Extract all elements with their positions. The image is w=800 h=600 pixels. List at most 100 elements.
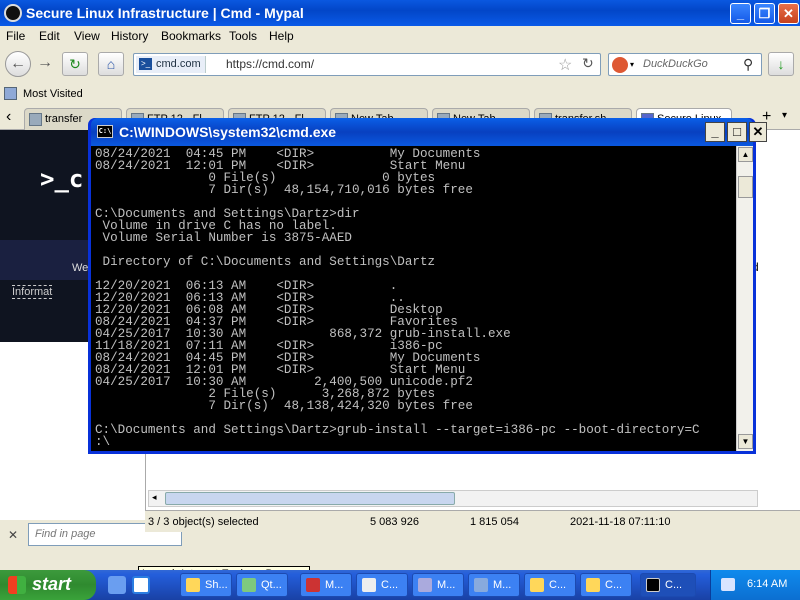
start-button[interactable]: start	[0, 570, 96, 600]
site-identity-label: cmd.com	[156, 58, 201, 70]
task-icon	[306, 578, 320, 592]
welcome-text: We	[72, 262, 89, 274]
windows-flag-icon	[8, 576, 26, 594]
status-size: 5 083 926	[370, 516, 419, 528]
cmd-window-title: C:\WINDOWS\system32\cmd.exe	[119, 124, 337, 140]
home-icon[interactable]: ⌂	[98, 52, 124, 76]
scroll-left-arrow-icon[interactable]: ◂	[152, 492, 157, 503]
close-button[interactable]: ✕	[778, 3, 799, 24]
cmd-window[interactable]: C:\ C:\WINDOWS\system32\cmd.exe _ □ ✕ 08…	[88, 118, 767, 454]
search-magnifier-icon[interactable]: ⚲	[743, 56, 753, 73]
forward-arrow-icon[interactable]: →	[32, 51, 58, 77]
task-label: C...	[665, 579, 683, 591]
folder-icon	[586, 578, 600, 592]
search-engine-dropdown-icon[interactable]: ▾	[630, 60, 634, 69]
menu-edit[interactable]: Edit	[39, 29, 60, 43]
taskbar: start Sh... Qt... M... C... M... M... C.…	[0, 570, 800, 600]
task-icon	[418, 578, 432, 592]
start-label: start	[32, 574, 72, 594]
duckduckgo-icon[interactable]	[612, 57, 628, 73]
tab-favicon-icon	[29, 113, 42, 126]
status-selection: 3 / 3 object(s) selected	[148, 516, 259, 528]
url-text: https://cmd.com/	[226, 57, 315, 71]
url-bar[interactable]: >_ cmd.com https://cmd.com/ ☆ ↻	[133, 53, 601, 76]
bookmark-star-icon[interactable]: ☆	[558, 55, 572, 75]
task-icon	[362, 578, 376, 592]
cmd-close-button[interactable]: ✕	[749, 122, 767, 142]
task-label: Qt...	[261, 579, 282, 591]
task-label: M...	[325, 579, 344, 591]
cmd-app-icon: C:\	[97, 125, 113, 138]
task-label: Sh...	[205, 579, 228, 591]
task-label: M...	[437, 579, 456, 591]
task-item-3[interactable]: M...	[300, 573, 352, 597]
task-label: C...	[549, 579, 567, 591]
tab-list-dropdown-icon[interactable]: ▾	[782, 110, 787, 121]
task-item-6[interactable]: M...	[468, 573, 520, 597]
task-item-folder-2[interactable]: C...	[580, 573, 632, 597]
task-icon	[242, 578, 256, 592]
menu-bookmarks[interactable]: Bookmarks	[161, 29, 221, 43]
cmd-maximize-button[interactable]: □	[727, 122, 747, 142]
menu-view[interactable]: View	[74, 29, 100, 43]
quicklaunch-ie-icon[interactable]	[132, 576, 150, 594]
bookmark-most-visited[interactable]: Most Visited	[23, 88, 83, 100]
system-tray: 6:14 AM	[710, 570, 800, 600]
task-icon	[186, 578, 200, 592]
folder-icon	[530, 578, 544, 592]
site-logo[interactable]: >_c	[40, 165, 83, 193]
menu-history[interactable]: History	[111, 29, 148, 43]
network-tray-icon[interactable]	[721, 578, 735, 591]
status-date: 2021-11-18 07:11:10	[570, 516, 671, 528]
download-icon[interactable]: ↓	[768, 52, 794, 76]
menu-help[interactable]: Help	[269, 29, 294, 43]
minimize-button[interactable]: _	[730, 3, 751, 24]
find-close-icon[interactable]: ✕	[8, 528, 18, 542]
mypal-app-icon	[4, 4, 22, 22]
site-identity[interactable]: >_ cmd.com	[136, 56, 206, 73]
status-packed-size: 1 815 054	[470, 516, 519, 528]
scrollbar-thumb[interactable]	[165, 492, 455, 505]
task-item-1[interactable]: Sh...	[180, 573, 232, 597]
console-output: 08/24/2021 04:45 PM <DIR> My Documents 0…	[95, 147, 700, 449]
cmd-console[interactable]: 08/24/2021 04:45 PM <DIR> My Documents 0…	[91, 146, 736, 451]
tray-clock[interactable]: 6:14 AM	[747, 578, 787, 590]
window-title: Secure Linux Infrastructure | Cmd - Mypa…	[26, 5, 304, 21]
cmd-vertical-scrollbar[interactable]: ▲ ▼	[736, 146, 753, 451]
task-item-7zip[interactable]: C...	[356, 573, 408, 597]
reload-icon[interactable]: ↻	[62, 52, 88, 76]
site-header-panel: >_c We Informat	[0, 130, 100, 342]
task-item-cmd[interactable]: C...	[640, 573, 696, 597]
scroll-down-arrow-icon[interactable]: ▼	[738, 434, 753, 449]
task-label: C...	[605, 579, 623, 591]
menu-file[interactable]: File	[6, 29, 25, 43]
task-item-5[interactable]: M...	[412, 573, 464, 597]
menu-tools[interactable]: Tools	[229, 29, 257, 43]
site-favicon-icon: >_	[139, 58, 152, 70]
bookmarks-toolbar: Most Visited	[0, 82, 800, 106]
task-label: M...	[493, 579, 512, 591]
search-bar[interactable]: ▾ DuckDuckGo ⚲	[608, 53, 762, 76]
information-link[interactable]: Informat	[12, 285, 53, 299]
tab-scroll-left-icon[interactable]: ‹	[6, 108, 11, 126]
scroll-up-arrow-icon[interactable]: ▲	[738, 147, 753, 162]
file-status-bar: 3 / 3 object(s) selected 5 083 926 1 815…	[145, 510, 800, 532]
task-icon	[474, 578, 488, 592]
cmd-scroll-thumb[interactable]	[738, 176, 753, 198]
navigation-toolbar: ← → ↻ ⌂ >_ cmd.com https://cmd.com/ ☆ ↻ …	[0, 46, 800, 82]
cmd-titlebar[interactable]: C:\ C:\WINDOWS\system32\cmd.exe _ □ ✕	[91, 118, 767, 146]
maximize-button[interactable]: ❐	[754, 3, 775, 24]
quicklaunch-browser-icon[interactable]	[108, 576, 126, 594]
most-visited-icon	[4, 87, 17, 100]
task-item-2[interactable]: Qt...	[236, 573, 288, 597]
search-placeholder: DuckDuckGo	[643, 58, 708, 70]
task-label: C...	[381, 579, 399, 591]
tab-label: transfer	[45, 113, 83, 125]
back-arrow-icon[interactable]: ←	[5, 51, 31, 77]
menu-bar: File Edit View History Bookmarks Tools H…	[0, 26, 800, 46]
task-item-folder-1[interactable]: C...	[524, 573, 576, 597]
cmd-minimize-button[interactable]: _	[705, 122, 725, 142]
url-reload-icon[interactable]: ↻	[582, 55, 594, 72]
horizontal-scrollbar[interactable]: ◂	[148, 490, 758, 507]
browser-titlebar: Secure Linux Infrastructure | Cmd - Mypa…	[0, 0, 800, 26]
